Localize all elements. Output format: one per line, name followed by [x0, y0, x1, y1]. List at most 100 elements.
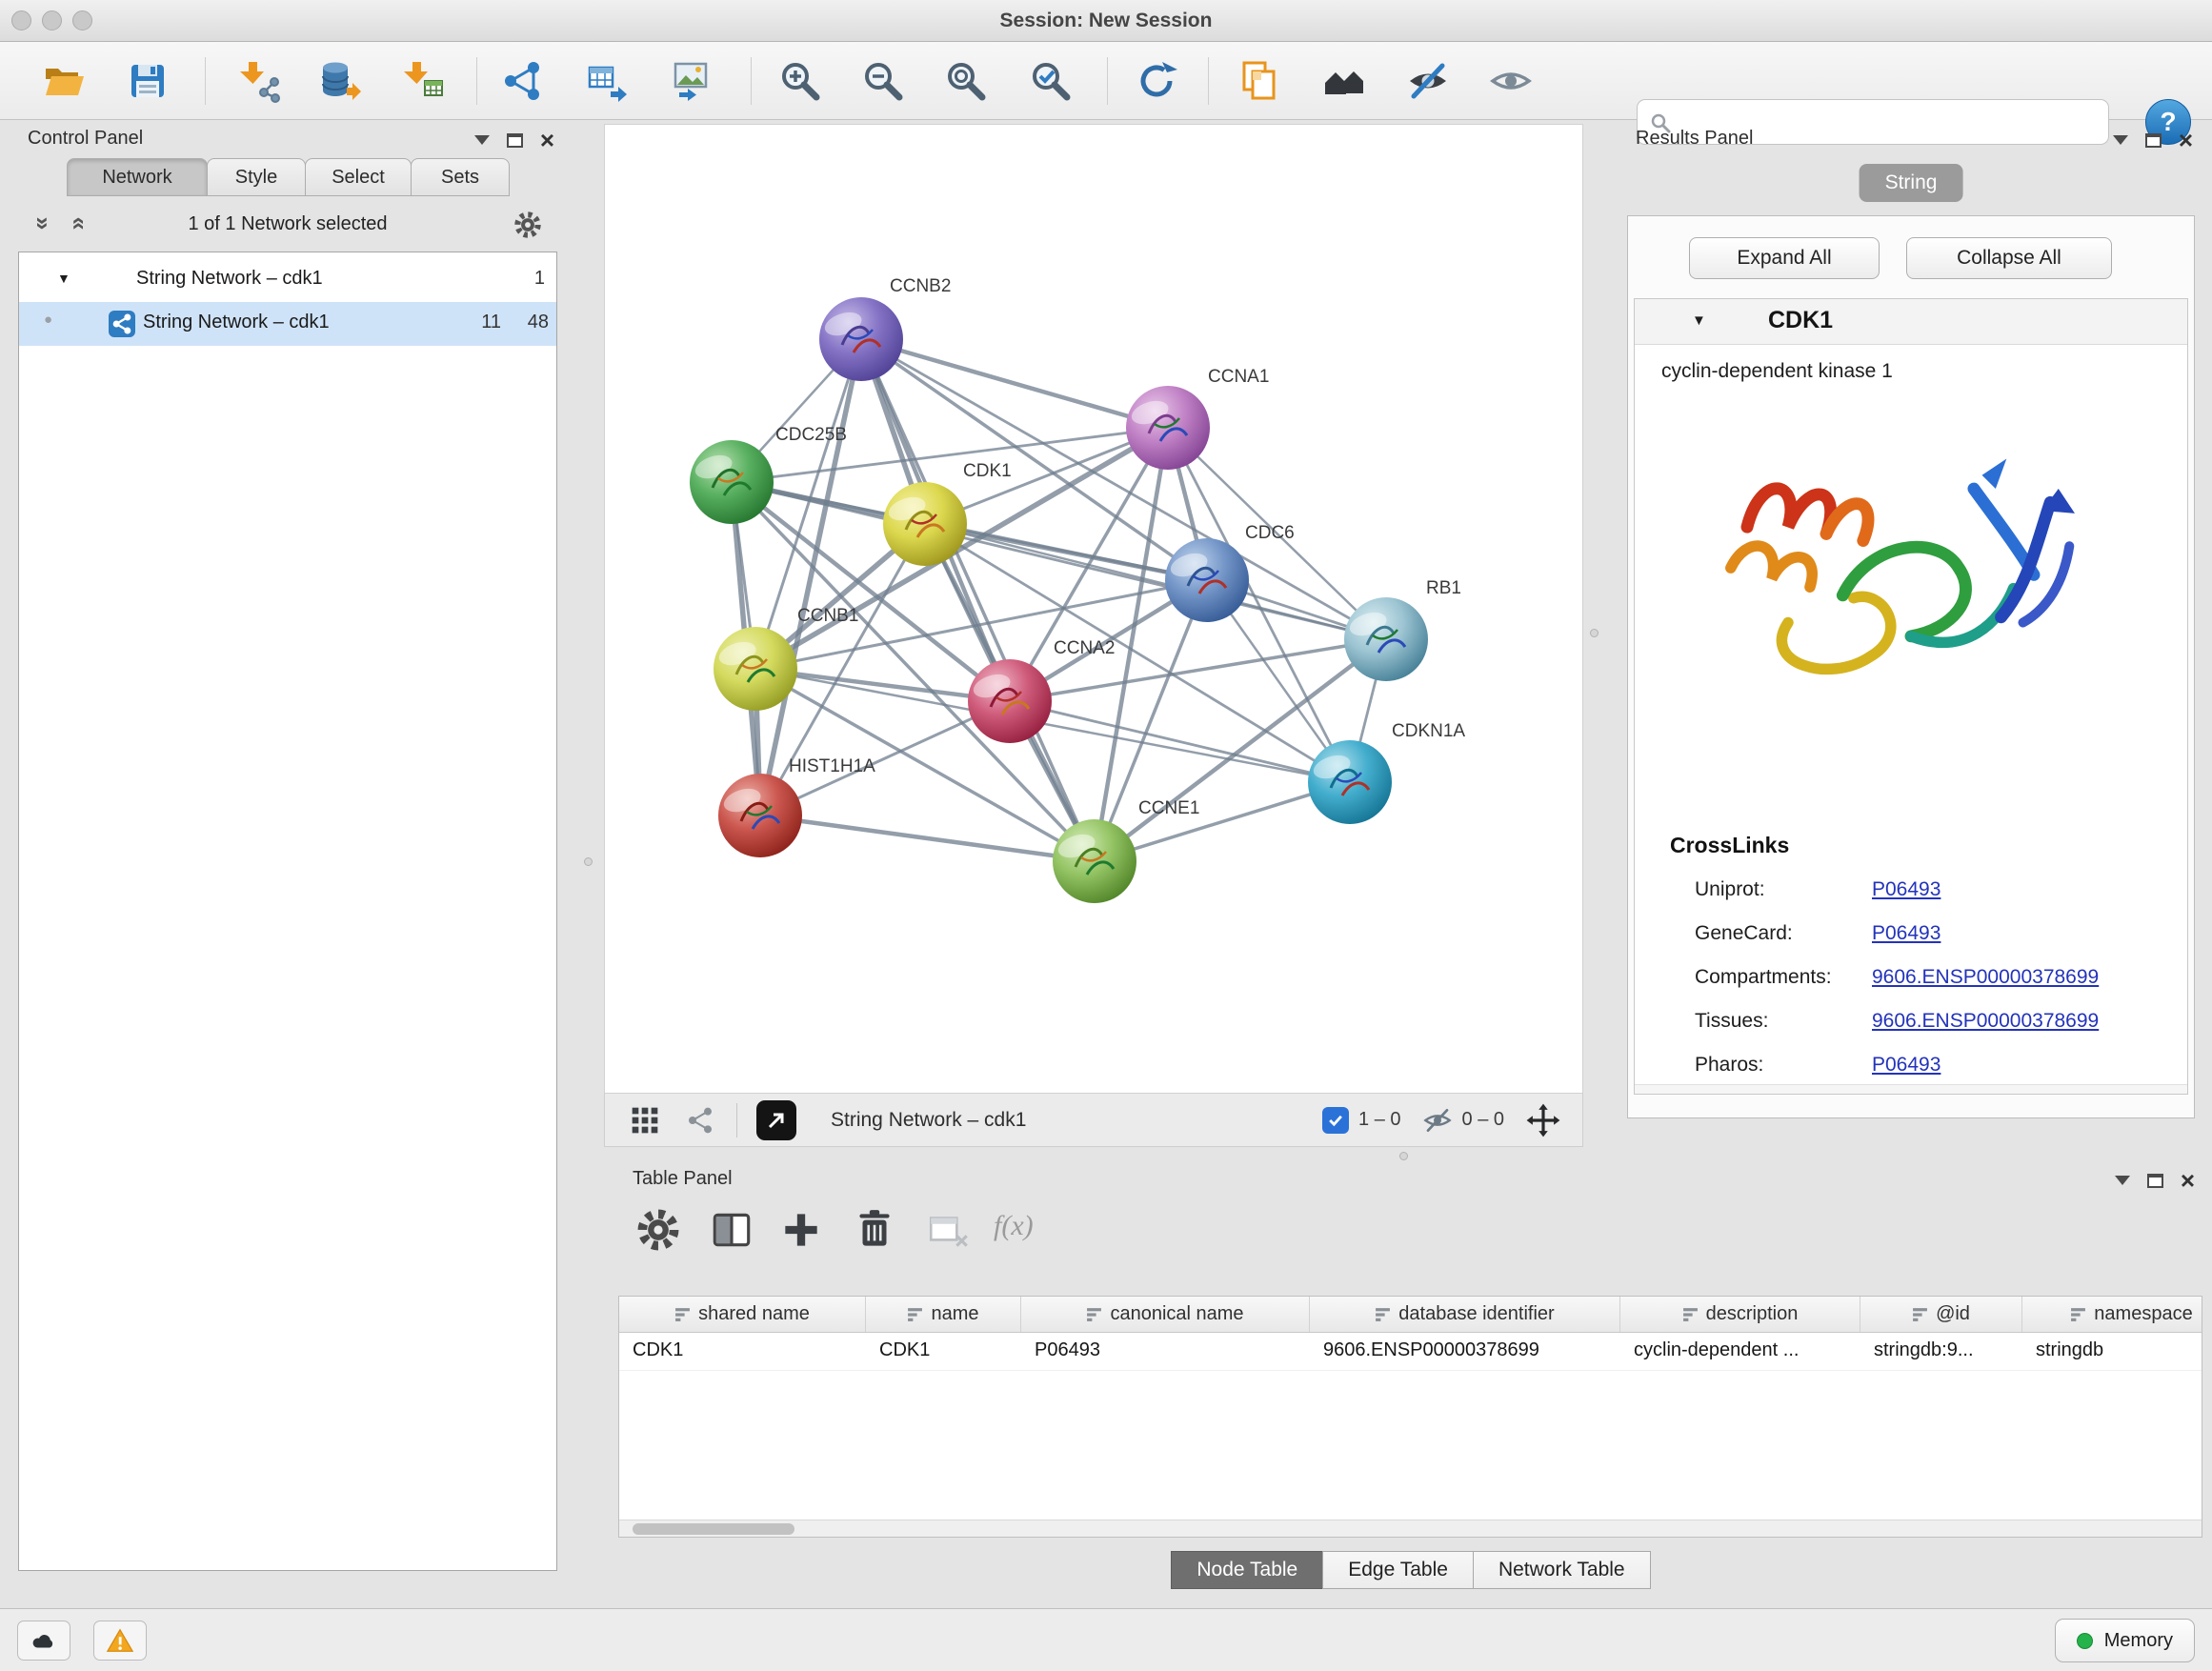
string-network-icon — [109, 311, 135, 337]
selected-checkbox[interactable] — [1322, 1107, 1349, 1134]
network-collection-row[interactable]: ▼ String Network – cdk1 1 — [19, 258, 556, 302]
zoom-out-button[interactable] — [855, 52, 912, 110]
column-header-namespace[interactable]: namespace — [2022, 1297, 2202, 1332]
column-header-name[interactable]: name — [866, 1297, 1021, 1332]
hide-selected-button[interactable] — [1399, 52, 1457, 110]
column-header-shared-name[interactable]: shared name — [619, 1297, 866, 1332]
apply-layout-button[interactable] — [1128, 52, 1185, 110]
table-panel-header: Table Panel × — [616, 1164, 2204, 1197]
delete-column-icon[interactable] — [851, 1206, 898, 1254]
expand-all-button[interactable]: Expand All — [1689, 237, 1880, 279]
crosslink-link[interactable]: P06493 — [1872, 922, 1941, 945]
collapse-all-button[interactable]: Collapse All — [1906, 237, 2112, 279]
zoom-in-button[interactable] — [772, 52, 829, 110]
cell-name[interactable]: CDK1 — [866, 1333, 1021, 1370]
panel-close-icon[interactable]: × — [2181, 1169, 2195, 1192]
import-network-database-button[interactable] — [310, 52, 367, 110]
panel-collapse-icon[interactable] — [474, 135, 490, 152]
export-image-button[interactable] — [662, 52, 719, 110]
gear-icon[interactable] — [513, 210, 543, 240]
cell-canonical-name[interactable]: P06493 — [1021, 1333, 1310, 1370]
tab-network-table[interactable]: Network Table — [1473, 1551, 1651, 1589]
grid-view-icon[interactable] — [630, 1105, 660, 1136]
network-edge[interactable] — [861, 339, 1095, 861]
tab-node-table[interactable]: Node Table — [1171, 1551, 1323, 1589]
tab-style[interactable]: Style — [207, 158, 306, 196]
table-settings-gear-icon[interactable] — [634, 1206, 682, 1254]
panel-float-icon[interactable] — [2147, 1174, 2163, 1188]
open-session-button[interactable] — [35, 52, 92, 110]
table-row[interactable]: CDK1 CDK1 P06493 9606.ENSP00000378699 cy… — [619, 1333, 2202, 1371]
memory-button[interactable]: Memory — [2055, 1619, 2195, 1662]
column-header-id[interactable]: @id — [1860, 1297, 2022, 1332]
network-node-CDK1[interactable] — [883, 482, 967, 566]
network-node-CCNB2[interactable] — [819, 297, 903, 381]
network-row-selected[interactable]: ● String Network – cdk1 11 48 — [19, 302, 556, 346]
panel-close-icon[interactable]: × — [2179, 129, 2193, 151]
scrollbar-thumb[interactable] — [633, 1523, 794, 1535]
birdseye-toggle-button[interactable] — [756, 1100, 796, 1140]
cloud-status-button[interactable] — [17, 1621, 70, 1661]
cell-shared-name[interactable]: CDK1 — [619, 1333, 866, 1370]
tab-sets[interactable]: Sets — [411, 158, 510, 196]
import-table-button[interactable] — [394, 52, 452, 110]
panel-collapse-icon[interactable] — [2115, 1176, 2130, 1193]
horizontal-scrollbar[interactable] — [619, 1520, 2202, 1537]
bottom-splitter-handle[interactable] — [1399, 1152, 1408, 1160]
column-header-description[interactable]: description — [1620, 1297, 1860, 1332]
network-node-CDC25B[interactable] — [690, 440, 774, 524]
show-columns-icon[interactable] — [708, 1206, 755, 1254]
zoom-selected-button[interactable] — [1022, 52, 1079, 110]
document-copy-button[interactable] — [1231, 52, 1288, 110]
import-network-file-button[interactable] — [230, 52, 287, 110]
cell-id[interactable]: stringdb:9... — [1860, 1333, 2022, 1370]
network-edge[interactable] — [760, 815, 1095, 861]
column-header-canonical-name[interactable]: canonical name — [1021, 1297, 1310, 1332]
database-icon — [315, 58, 361, 104]
tree-expander-icon[interactable]: ▼ — [57, 271, 70, 286]
new-network-button[interactable] — [493, 52, 551, 110]
crosslink-link[interactable]: 9606.ENSP00000378699 — [1872, 1010, 2099, 1033]
network-edge[interactable] — [861, 339, 1168, 428]
network-node-CCNB1[interactable] — [714, 627, 797, 711]
tab-network[interactable]: Network — [67, 158, 208, 196]
left-splitter-handle[interactable] — [584, 857, 593, 866]
cell-database-identifier[interactable]: 9606.ENSP00000378699 — [1310, 1333, 1620, 1370]
warnings-button[interactable] — [93, 1621, 147, 1661]
network-edge[interactable] — [1010, 701, 1350, 782]
zoom-fit-button[interactable] — [937, 52, 995, 110]
right-splitter-handle[interactable] — [1590, 629, 1599, 637]
tab-edge-table[interactable]: Edge Table — [1322, 1551, 1474, 1589]
add-column-icon[interactable] — [777, 1206, 825, 1254]
network-node-HIST1H1A[interactable] — [718, 774, 802, 857]
save-session-button[interactable] — [119, 52, 176, 110]
cell-description[interactable]: cyclin-dependent ... — [1620, 1333, 1860, 1370]
show-all-button[interactable] — [1482, 52, 1539, 110]
panel-float-icon[interactable] — [507, 133, 523, 148]
network-edge[interactable] — [760, 339, 861, 815]
clone-network-button[interactable] — [578, 52, 635, 110]
network-canvas[interactable]: CCNB2CCNA1CDC25BCDK1CDC6RB1CCNB1CCNA2CDK… — [604, 124, 1583, 1094]
panel-float-icon[interactable] — [2145, 133, 2162, 148]
section-expander-icon[interactable]: ▼ — [1692, 312, 1706, 329]
network-node-CDC6[interactable] — [1165, 538, 1249, 622]
network-node-RB1[interactable] — [1344, 597, 1428, 681]
panel-close-icon[interactable]: × — [540, 129, 554, 151]
column-header-database-identifier[interactable]: database identifier — [1310, 1297, 1620, 1332]
network-icon[interactable] — [685, 1105, 715, 1136]
crosslink-link[interactable]: P06493 — [1872, 1054, 1941, 1077]
string-results-tab[interactable]: String — [1860, 164, 1963, 202]
zoom-out-icon — [860, 58, 906, 104]
network-node-CDKN1A[interactable] — [1308, 740, 1392, 824]
panel-collapse-icon[interactable] — [2113, 135, 2128, 152]
crosslink-link[interactable]: 9606.ENSP00000378699 — [1872, 966, 2099, 989]
crosslink-link[interactable]: P06493 — [1872, 878, 1941, 901]
gene-section-header[interactable]: ▼ CDK1 — [1635, 299, 2187, 345]
network-node-CCNA1[interactable] — [1126, 386, 1210, 470]
tab-select[interactable]: Select — [305, 158, 412, 196]
pan-crosshair-icon[interactable] — [1525, 1102, 1561, 1138]
home-button[interactable] — [1316, 52, 1373, 110]
network-node-CCNA2[interactable] — [968, 659, 1052, 743]
cell-namespace[interactable]: stringdb — [2022, 1333, 2202, 1370]
network-node-CCNE1[interactable] — [1053, 819, 1136, 903]
